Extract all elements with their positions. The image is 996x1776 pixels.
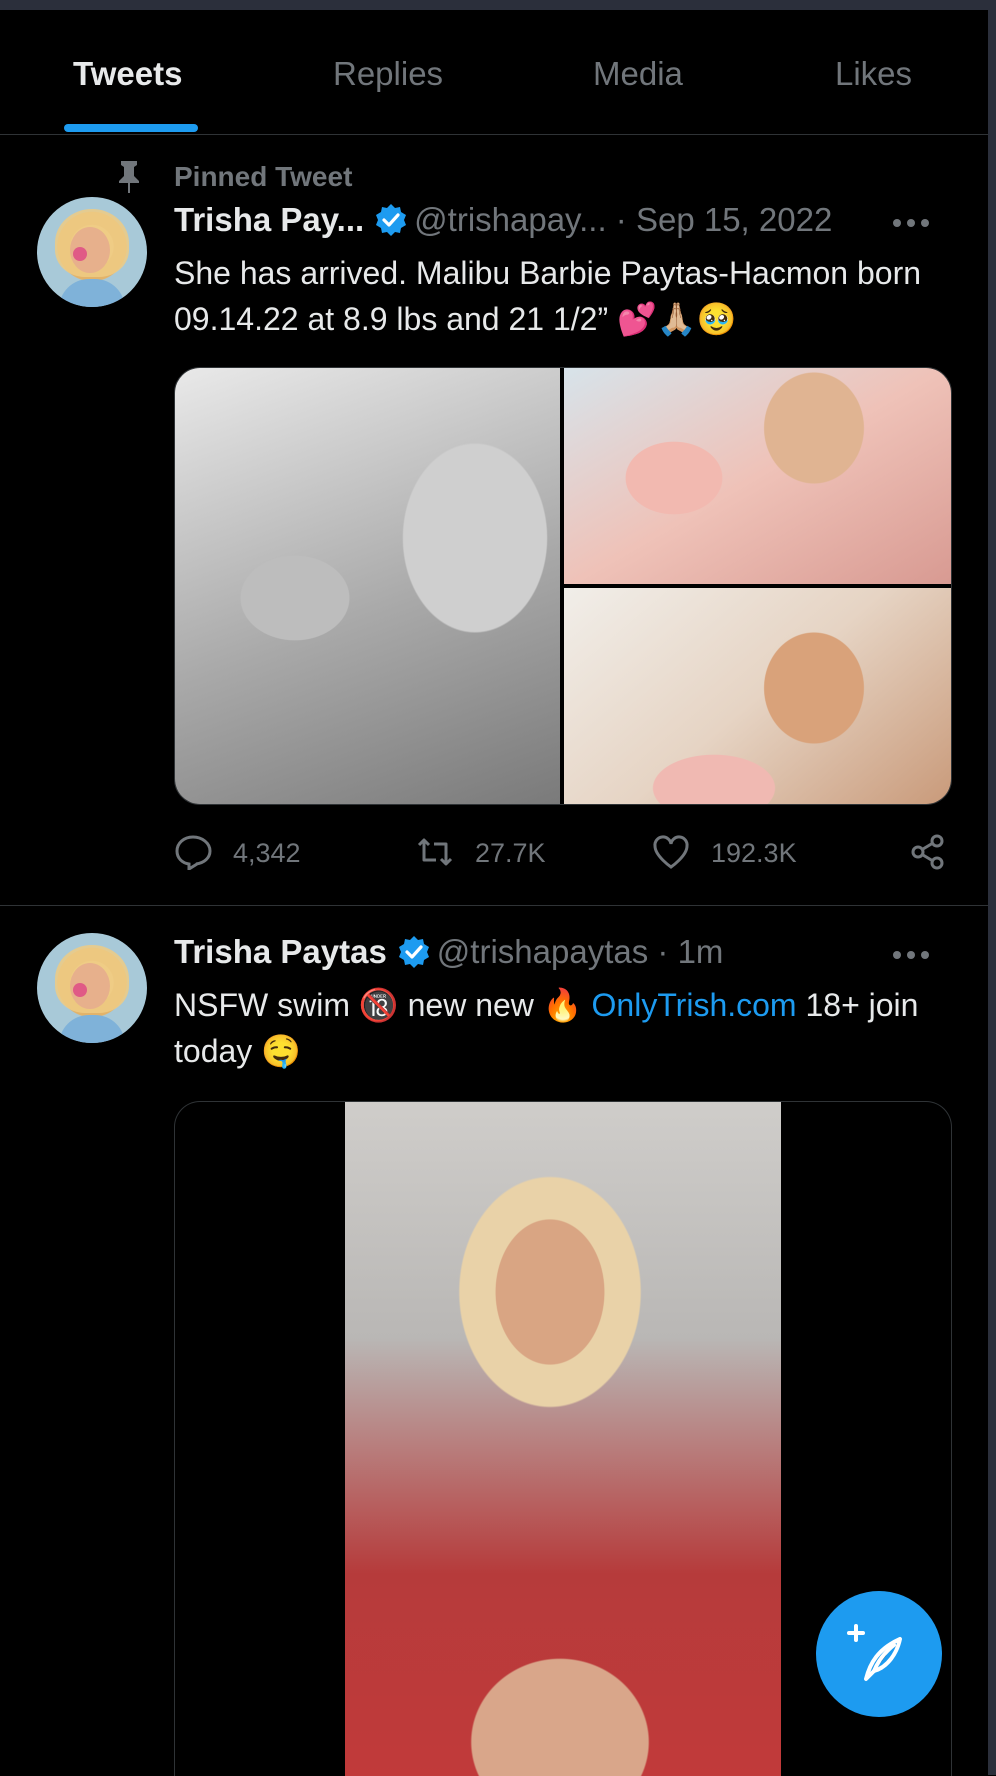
verified-badge-icon bbox=[398, 936, 429, 968]
share-icon bbox=[911, 834, 944, 870]
compose-tweet-button[interactable] bbox=[816, 1591, 942, 1717]
tab-tweets[interactable]: Tweets bbox=[73, 55, 182, 93]
tweet-actions: 4,342 27.7K 192.3K bbox=[174, 830, 954, 874]
media-photo-1[interactable] bbox=[175, 368, 560, 804]
display-name[interactable]: Trisha Pay... bbox=[174, 201, 364, 238]
tab-replies[interactable]: Replies bbox=[333, 55, 443, 93]
separator: · bbox=[615, 201, 627, 238]
tweet-text: NSFW swim 🔞 new new 🔥 OnlyTrish.com 18+ … bbox=[174, 982, 934, 1074]
tab-likes[interactable]: Likes bbox=[835, 55, 912, 93]
video-thumbnail[interactable] bbox=[345, 1102, 781, 1776]
like-icon bbox=[653, 835, 689, 869]
tweet-text-start: NSFW swim 🔞 new new 🔥 bbox=[174, 987, 592, 1023]
tweet-header: Trisha Pay... @trishapay... · Sep 15, 20… bbox=[174, 201, 832, 245]
display-name[interactable]: Trisha Paytas bbox=[174, 933, 387, 970]
separator: · bbox=[657, 933, 669, 970]
tweet-text: She has arrived. Malibu Barbie Paytas-Ha… bbox=[174, 255, 922, 337]
avatar[interactable] bbox=[37, 933, 147, 1043]
tweet-timestamp[interactable]: 1m bbox=[678, 933, 724, 970]
tweet-header: Trisha Paytas @trishapaytas · 1m bbox=[174, 933, 723, 977]
scrollbar-track[interactable] bbox=[988, 0, 996, 1775]
user-handle[interactable]: @trishapay... bbox=[414, 201, 606, 238]
profile-tabs: Tweets Replies Media Likes bbox=[0, 10, 988, 135]
media-grid bbox=[174, 367, 952, 805]
retweet-icon bbox=[417, 838, 453, 866]
reply-icon bbox=[175, 835, 212, 870]
active-tab-indicator bbox=[64, 124, 198, 132]
avatar[interactable] bbox=[37, 197, 147, 307]
more-icon[interactable] bbox=[892, 217, 930, 229]
tweet-timestamp[interactable]: Sep 15, 2022 bbox=[636, 201, 832, 238]
window-top-strip bbox=[0, 0, 996, 10]
like-count: 192.3K bbox=[711, 838, 797, 868]
pinned-tweet[interactable]: Pinned Tweet Trisha Pay... @trishapay...… bbox=[0, 135, 988, 906]
verified-badge-icon bbox=[376, 204, 407, 236]
reply-count: 4,342 bbox=[233, 838, 301, 868]
user-handle[interactable]: @trishapaytas bbox=[437, 933, 648, 970]
more-icon[interactable] bbox=[892, 949, 930, 961]
retweet-count: 27.7K bbox=[475, 838, 546, 868]
pinned-label: Pinned Tweet bbox=[174, 161, 353, 192]
media-photo-3[interactable] bbox=[564, 588, 951, 804]
media-photo-2[interactable] bbox=[564, 368, 951, 584]
tweet-link[interactable]: OnlyTrish.com bbox=[592, 987, 797, 1023]
tab-media[interactable]: Media bbox=[593, 55, 683, 93]
pin-icon bbox=[119, 161, 139, 193]
compose-icon bbox=[847, 1624, 902, 1681]
